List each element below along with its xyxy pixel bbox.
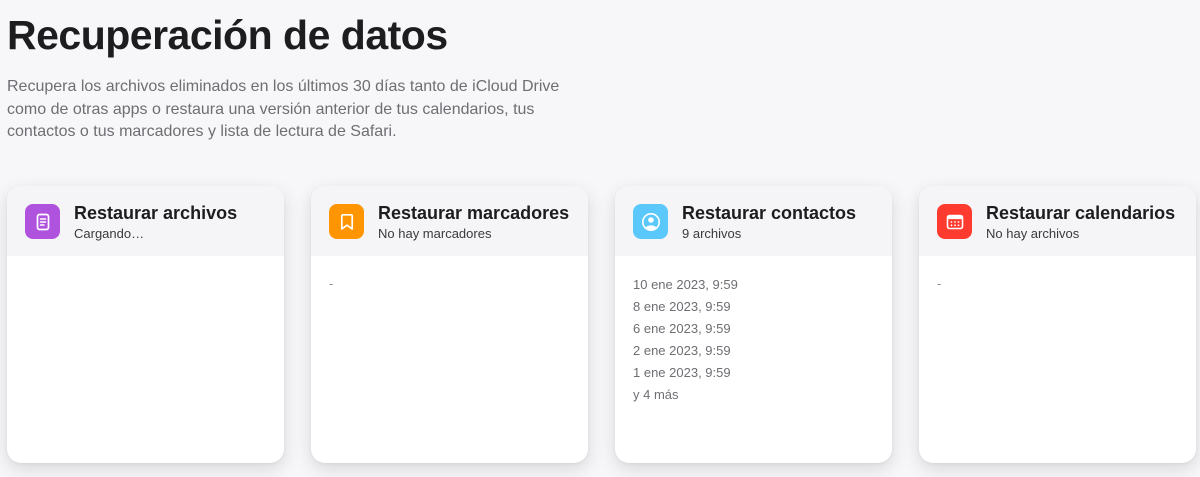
document-icon [25,204,60,239]
card-header: Restaurar archivos Cargando… [7,186,284,256]
card-title: Restaurar marcadores [378,203,570,223]
card-subtitle: 9 archivos [682,226,742,241]
empty-placeholder: - [937,276,942,291]
card-subtitle: Cargando… [74,226,145,241]
card-title: Restaurar calendarios [986,203,1176,223]
card-body: - [919,256,1196,293]
card-title: Restaurar archivos [74,203,238,223]
card-subtitle: No hay archivos [986,226,1080,241]
backup-date-item[interactable]: 1 ene 2023, 9:59 [633,362,874,384]
bookmark-icon [329,204,364,239]
card-title: Restaurar contactos [682,203,857,223]
card-header: Restaurar marcadores No hay marcadores [311,186,588,256]
calendar-icon [937,204,972,239]
page-description: Recupera los archivos eliminados en los … [7,78,560,140]
restore-calendars-card[interactable]: Restaurar calendarios No hay archivos - [919,186,1196,463]
card-header: Restaurar contactos 9 archivos [615,186,892,256]
restore-contacts-card[interactable]: Restaurar contactos 9 archivos 10 ene 20… [615,186,892,463]
backup-date-item[interactable]: 10 ene 2023, 9:59 [633,274,874,296]
backup-date-item[interactable]: 6 ene 2023, 9:59 [633,318,874,340]
card-body: - [311,256,588,293]
restore-files-card[interactable]: Restaurar archivos Cargando… [7,186,284,463]
card-body: 10 ene 2023, 9:59 8 ene 2023, 9:59 6 ene… [615,256,892,406]
card-body [7,256,284,274]
card-subtitle: No hay marcadores [378,226,492,241]
backup-date-item[interactable]: 8 ene 2023, 9:59 [633,296,874,318]
empty-placeholder: - [329,276,334,291]
restore-cards: Restaurar archivos Cargando… Restaurar m… [7,186,1196,463]
backup-date-item[interactable]: 2 ene 2023, 9:59 [633,340,874,362]
contact-icon [633,204,668,239]
more-items-label: y 4 más [633,387,679,402]
card-header: Restaurar calendarios No hay archivos [919,186,1196,256]
page-title: Recuperación de datos [7,12,448,58]
restore-bookmarks-card[interactable]: Restaurar marcadores No hay marcadores - [311,186,588,463]
